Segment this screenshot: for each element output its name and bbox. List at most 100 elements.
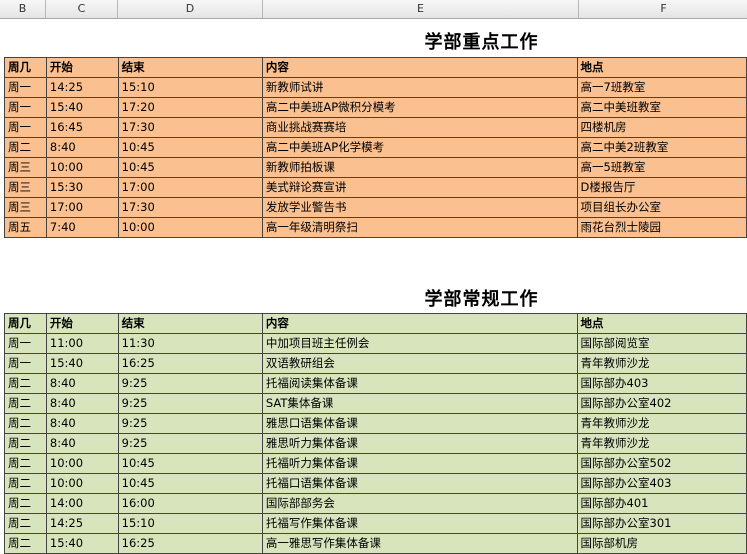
cell-end[interactable]: 10:45 xyxy=(117,453,263,474)
cell-end[interactable]: 16:25 xyxy=(117,533,263,554)
cell-content[interactable]: 双语教研组会 xyxy=(261,353,578,374)
cell-place[interactable]: 青年教师沙龙 xyxy=(576,433,747,454)
cell-start[interactable]: 14:00 xyxy=(45,493,119,514)
column-header-b[interactable]: B xyxy=(0,0,46,18)
cell-start[interactable]: 8:40 xyxy=(45,393,119,414)
cell-place[interactable]: 高二中美2班教室 xyxy=(576,137,747,158)
cell-weekday[interactable]: 周二 xyxy=(4,413,47,434)
cell-weekday[interactable]: 周二 xyxy=(4,137,47,158)
cell-weekday[interactable]: 周五 xyxy=(4,217,47,238)
cell-end[interactable]: 9:25 xyxy=(117,373,263,394)
cell-content[interactable]: 高二中美班AP微积分模考 xyxy=(261,97,578,118)
cell-start[interactable]: 8:40 xyxy=(45,373,119,394)
cell-start[interactable]: 7:40 xyxy=(45,217,119,238)
cell-end[interactable]: 9:25 xyxy=(117,393,263,414)
cell-weekday[interactable]: 周二 xyxy=(4,393,47,414)
cell-content[interactable]: 高二中美班AP化学模考 xyxy=(261,137,578,158)
cell-content[interactable]: 高一年级清明祭扫 xyxy=(261,217,578,238)
header-cell-start[interactable]: 开始 xyxy=(45,313,119,334)
cell-weekday[interactable]: 周二 xyxy=(4,473,47,494)
cell-weekday[interactable]: 周一 xyxy=(4,333,47,354)
cell-weekday[interactable]: 周二 xyxy=(4,493,47,514)
cell-place[interactable]: 高一7班教室 xyxy=(576,77,747,98)
cell-end[interactable]: 10:00 xyxy=(117,217,263,238)
cell-content[interactable]: 中加项目班主任例会 xyxy=(261,333,578,354)
cell-content[interactable]: 高一雅思写作集体备课 xyxy=(261,533,578,554)
cell-start[interactable]: 10:00 xyxy=(45,157,119,178)
cell-end[interactable]: 10:45 xyxy=(117,157,263,178)
column-header-d[interactable]: D xyxy=(118,0,263,18)
cell-start[interactable]: 11:00 xyxy=(45,333,119,354)
cell-start[interactable]: 8:40 xyxy=(45,433,119,454)
cell-start[interactable]: 15:40 xyxy=(45,353,119,374)
cell-content[interactable]: 雅思听力集体备课 xyxy=(261,433,578,454)
cell-place[interactable]: 国际部办公室502 xyxy=(576,453,747,474)
cell-content[interactable]: 托福阅读集体备课 xyxy=(261,373,578,394)
cell-end[interactable]: 10:45 xyxy=(117,473,263,494)
cell-content[interactable]: 国际部部务会 xyxy=(261,493,578,514)
cell-place[interactable]: 项目组长办公室 xyxy=(576,197,747,218)
cell-content[interactable]: 雅思口语集体备课 xyxy=(261,413,578,434)
header-cell-start[interactable]: 开始 xyxy=(45,57,119,78)
cell-place[interactable]: 青年教师沙龙 xyxy=(576,413,747,434)
column-header-f[interactable]: F xyxy=(579,0,747,18)
column-header-c[interactable]: C xyxy=(46,0,118,18)
cell-start[interactable]: 10:00 xyxy=(45,453,119,474)
cell-place[interactable]: D楼报告厅 xyxy=(576,177,747,198)
cell-content[interactable]: 新教师拍板课 xyxy=(261,157,578,178)
cell-place[interactable]: 国际部办公室403 xyxy=(576,473,747,494)
cell-weekday[interactable]: 周一 xyxy=(4,353,47,374)
header-cell-place[interactable]: 地点 xyxy=(576,57,747,78)
cell-content[interactable]: 发放学业警告书 xyxy=(261,197,578,218)
cell-weekday[interactable]: 周二 xyxy=(4,533,47,554)
cell-start[interactable]: 15:40 xyxy=(45,97,119,118)
cell-content[interactable]: 托福听力集体备课 xyxy=(261,453,578,474)
cell-start[interactable]: 17:00 xyxy=(45,197,119,218)
cell-place[interactable]: 国际部办403 xyxy=(576,373,747,394)
cell-weekday[interactable]: 周二 xyxy=(4,373,47,394)
cell-weekday[interactable]: 周二 xyxy=(4,433,47,454)
cell-weekday[interactable]: 周一 xyxy=(4,117,47,138)
cell-place[interactable]: 国际部办公室301 xyxy=(576,513,747,534)
cell-weekday[interactable]: 周三 xyxy=(4,177,47,198)
header-cell-weekday[interactable]: 周几 xyxy=(4,313,47,334)
cell-place[interactable]: 国际部办公室402 xyxy=(576,393,747,414)
cell-place[interactable]: 国际部阅览室 xyxy=(576,333,747,354)
cell-weekday[interactable]: 周三 xyxy=(4,197,47,218)
cell-weekday[interactable]: 周一 xyxy=(4,77,47,98)
cell-place[interactable]: 青年教师沙龙 xyxy=(576,353,747,374)
cell-start[interactable]: 10:00 xyxy=(45,473,119,494)
cell-end[interactable]: 16:00 xyxy=(117,493,263,514)
header-cell-end[interactable]: 结束 xyxy=(117,57,263,78)
cell-start[interactable]: 16:45 xyxy=(45,117,119,138)
cell-content[interactable]: 托福口语集体备课 xyxy=(261,473,578,494)
cell-start[interactable]: 8:40 xyxy=(45,413,119,434)
cell-place[interactable]: 国际部机房 xyxy=(576,533,747,554)
cell-content[interactable]: 新教师试讲 xyxy=(261,77,578,98)
cell-place[interactable]: 国际部办401 xyxy=(576,493,747,514)
cell-place[interactable]: 四楼机房 xyxy=(576,117,747,138)
header-cell-end[interactable]: 结束 xyxy=(117,313,263,334)
cell-place[interactable]: 高一5班教室 xyxy=(576,157,747,178)
cell-content[interactable]: 商业挑战赛赛培 xyxy=(261,117,578,138)
cell-end[interactable]: 11:30 xyxy=(117,333,263,354)
header-cell-content[interactable]: 内容 xyxy=(261,57,578,78)
cell-end[interactable]: 9:25 xyxy=(117,433,263,454)
cell-weekday[interactable]: 周二 xyxy=(4,453,47,474)
cell-content[interactable]: 美式辩论赛宣讲 xyxy=(261,177,578,198)
cell-end[interactable]: 17:30 xyxy=(117,117,263,138)
cell-start[interactable]: 15:40 xyxy=(45,533,119,554)
cell-end[interactable]: 17:00 xyxy=(117,177,263,198)
header-cell-place[interactable]: 地点 xyxy=(576,313,747,334)
cell-content[interactable]: 托福写作集体备课 xyxy=(261,513,578,534)
cell-start[interactable]: 14:25 xyxy=(45,77,119,98)
header-cell-weekday[interactable]: 周几 xyxy=(4,57,47,78)
cell-weekday[interactable]: 周二 xyxy=(4,513,47,534)
cell-end[interactable]: 16:25 xyxy=(117,353,263,374)
cell-end[interactable]: 10:45 xyxy=(117,137,263,158)
cell-start[interactable]: 8:40 xyxy=(45,137,119,158)
header-cell-content[interactable]: 内容 xyxy=(261,313,578,334)
cell-start[interactable]: 15:30 xyxy=(45,177,119,198)
cell-content[interactable]: SAT集体备课 xyxy=(261,393,578,414)
cell-end[interactable]: 17:30 xyxy=(117,197,263,218)
